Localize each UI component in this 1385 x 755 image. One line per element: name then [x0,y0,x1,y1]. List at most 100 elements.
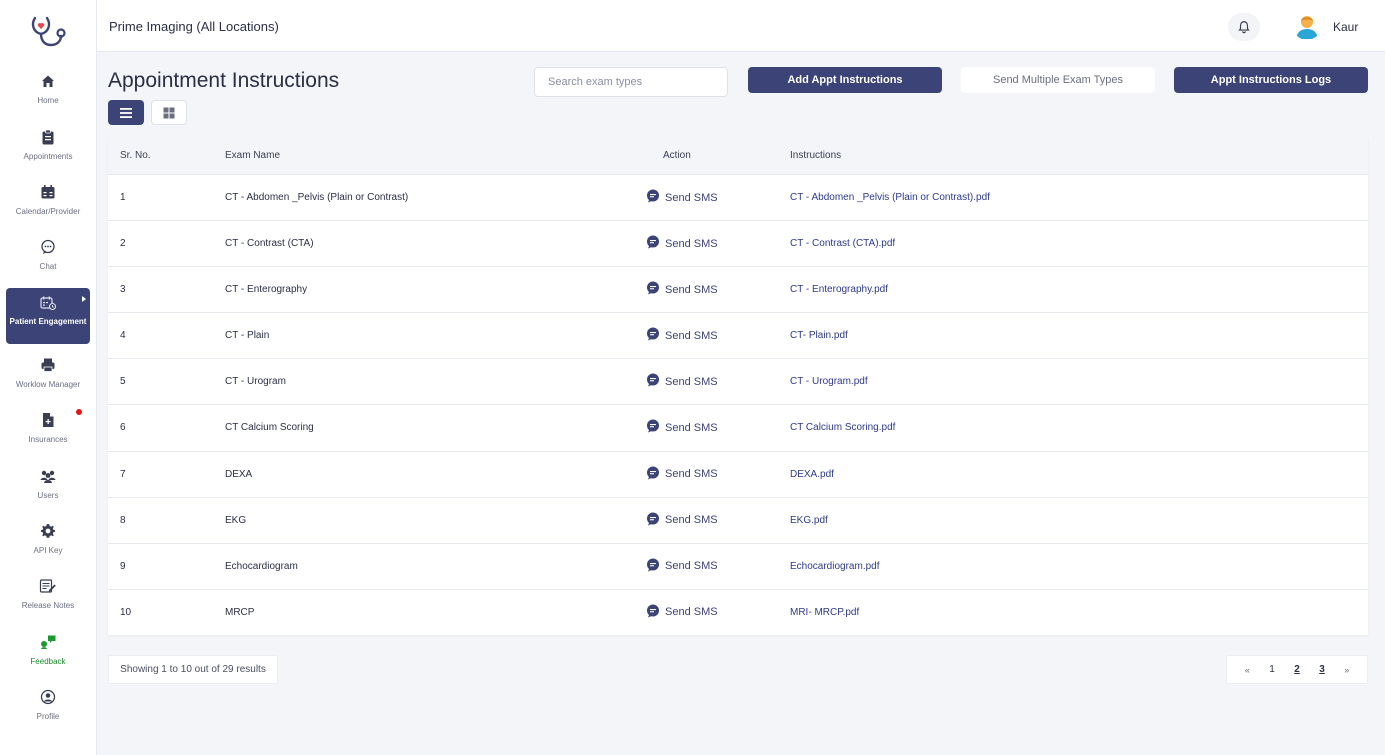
instruction-file-link[interactable]: CT - Contrast (CTA).pdf [790,238,895,249]
sms-icon [646,327,660,344]
search-input[interactable] [534,67,728,97]
sidebar-item-insurances[interactable]: Insurances [6,405,90,461]
row-exam-name: EKG [225,514,247,526]
send-sms-button[interactable]: Send SMS [646,189,718,206]
row-exam-name: CT - Contrast (CTA) [225,238,314,250]
profile-icon [39,688,57,706]
send-sms-label: Send SMS [665,375,718,388]
row-sr-no: 8 [120,514,126,526]
send-sms-label: Send SMS [665,191,718,204]
user-name[interactable]: Kaur [1333,20,1358,34]
send-sms-button[interactable]: Send SMS [646,373,718,390]
row-sr-no: 4 [120,330,126,342]
organization-title[interactable]: Prime Imaging (All Locations) [109,19,279,34]
pagination-page-1[interactable]: 1 [1269,664,1275,675]
instruction-file-link[interactable]: MRI- MRCP.pdf [790,607,859,618]
sidebar-item-label: Worklow Manager [15,380,81,389]
notifications-button[interactable] [1228,13,1260,41]
sidebar-item-home[interactable]: Home [6,66,90,122]
instruction-file-link[interactable]: CT - Urogram.pdf [790,376,868,387]
sms-icon [646,189,660,206]
sms-icon [646,419,660,436]
instruction-file-link[interactable]: CT - Enterography.pdf [790,284,888,295]
pagination-page-3[interactable]: 3 [1319,664,1325,675]
row-exam-name: CT - Plain [225,330,270,342]
table-row: 7 DEXA Send SMS DEXA.pdf [108,450,1368,497]
row-exam-name: MRCP [225,606,255,618]
header-instructions: Instructions [790,150,842,161]
sidebar-item-release-notes[interactable]: Release Notes [6,571,90,627]
sidebar-item-profile[interactable]: Profile [6,682,90,738]
add-appt-instructions-button[interactable]: Add Appt Instructions [748,67,942,93]
send-sms-button[interactable]: Send SMS [646,281,718,298]
pagination-page-2[interactable]: 2 [1294,664,1300,675]
send-sms-button[interactable]: Send SMS [646,419,718,436]
table-row: 10 MRCP Send SMS MRI- MRCP.pdf [108,588,1368,635]
appt-instructions-logs-button[interactable]: Appt Instructions Logs [1174,67,1368,93]
pagination: « 1 2 3 » [1226,655,1368,684]
sms-icon [646,373,660,390]
instruction-file-link[interactable]: DEXA.pdf [790,469,834,480]
app-logo[interactable] [29,14,69,50]
sidebar-item-label: Patient Engagement [9,317,87,326]
row-exam-name: CT Calcium Scoring [225,422,314,434]
send-multiple-exam-types-button[interactable]: Send Multiple Exam Types [961,67,1155,93]
sidebar-item-users[interactable]: Users [6,461,90,517]
send-sms-label: Send SMS [665,606,718,619]
send-sms-button[interactable]: Send SMS [646,604,718,621]
sidebar-item-calendar-provider[interactable]: Calendar/Provider [6,177,90,233]
document-icon [39,411,57,429]
row-sr-no: 9 [120,560,126,572]
send-sms-button[interactable]: Send SMS [646,558,718,575]
row-exam-name: CT - Abdomen _Pelvis (Plain or Contrast) [225,192,409,203]
table-row: 2 CT - Contrast (CTA) Send SMS CT - Contras… [108,220,1368,267]
header-action: Action [663,150,691,161]
grid-view-button[interactable] [151,100,187,125]
row-exam-name: Echocardiogram [225,560,298,572]
sidebar-item-appointments[interactable]: Appointments [6,122,90,178]
page-title: Appointment Instructions [108,69,340,92]
notification-dot [76,409,82,415]
instruction-file-link[interactable]: Echocardiogram.pdf [790,561,880,572]
user-avatar[interactable] [1293,12,1321,40]
sidebar-item-api-key[interactable]: API Key [6,516,90,572]
row-sr-no: 1 [120,192,126,203]
list-icon [120,107,132,118]
send-sms-label: Send SMS [665,329,718,342]
table-body: 1 CT - Abdomen _Pelvis (Plain or Contrast… [108,174,1368,635]
sidebar-item-feedback[interactable]: Feedback [6,627,90,683]
instruction-file-link[interactable]: EKG.pdf [790,515,828,526]
pagination-prev[interactable]: « [1245,665,1250,675]
clipboard-icon [39,128,57,146]
sidebar-item-label: Calendar/Provider [15,207,81,216]
row-sr-no: 3 [120,284,126,296]
header-sr-no: Sr. No. [120,150,151,161]
table-row: 5 CT - Urogram Send SMS CT - Urogram.pdf [108,358,1368,405]
list-view-button[interactable] [108,100,144,125]
sidebar-item-label: Profile [36,712,60,721]
sms-icon [646,604,660,621]
instruction-file-link[interactable]: CT - Abdomen _Pelvis (Plain or Contrast)… [790,192,990,203]
sms-icon [646,466,660,483]
instruction-file-link[interactable]: CT- Plain.pdf [790,330,848,341]
pagination-next[interactable]: » [1344,665,1349,675]
send-sms-button[interactable]: Send SMS [646,466,718,483]
header-exam-name: Exam Name [225,150,281,161]
instruction-file-link[interactable]: CT Calcium Scoring.pdf [790,422,895,433]
sidebar-item-patient-engagement[interactable]: Patient Engagement [6,288,90,344]
send-sms-button[interactable]: Send SMS [646,327,718,344]
row-exam-name: CT - Urogram [225,376,286,388]
row-exam-name: CT - Enterography [225,284,308,296]
sidebar-item-chat[interactable]: Chat [6,232,90,288]
send-sms-button[interactable]: Send SMS [646,512,718,529]
sidebar-item-label: Home [37,96,59,105]
table-row: 6 CT Calcium Scoring Send SMS CT Calcium Sc… [108,404,1368,451]
send-sms-button[interactable]: Send SMS [646,235,718,252]
sms-icon [646,281,660,298]
sms-icon [646,235,660,252]
table-row: 8 EKG Send SMS EKG.pdf [108,496,1368,543]
sidebar-item-worklow-manager[interactable]: Worklow Manager [6,350,90,406]
sidebar-item-label: Users [37,491,59,500]
send-sms-label: Send SMS [665,283,718,296]
printer-icon [39,356,57,374]
